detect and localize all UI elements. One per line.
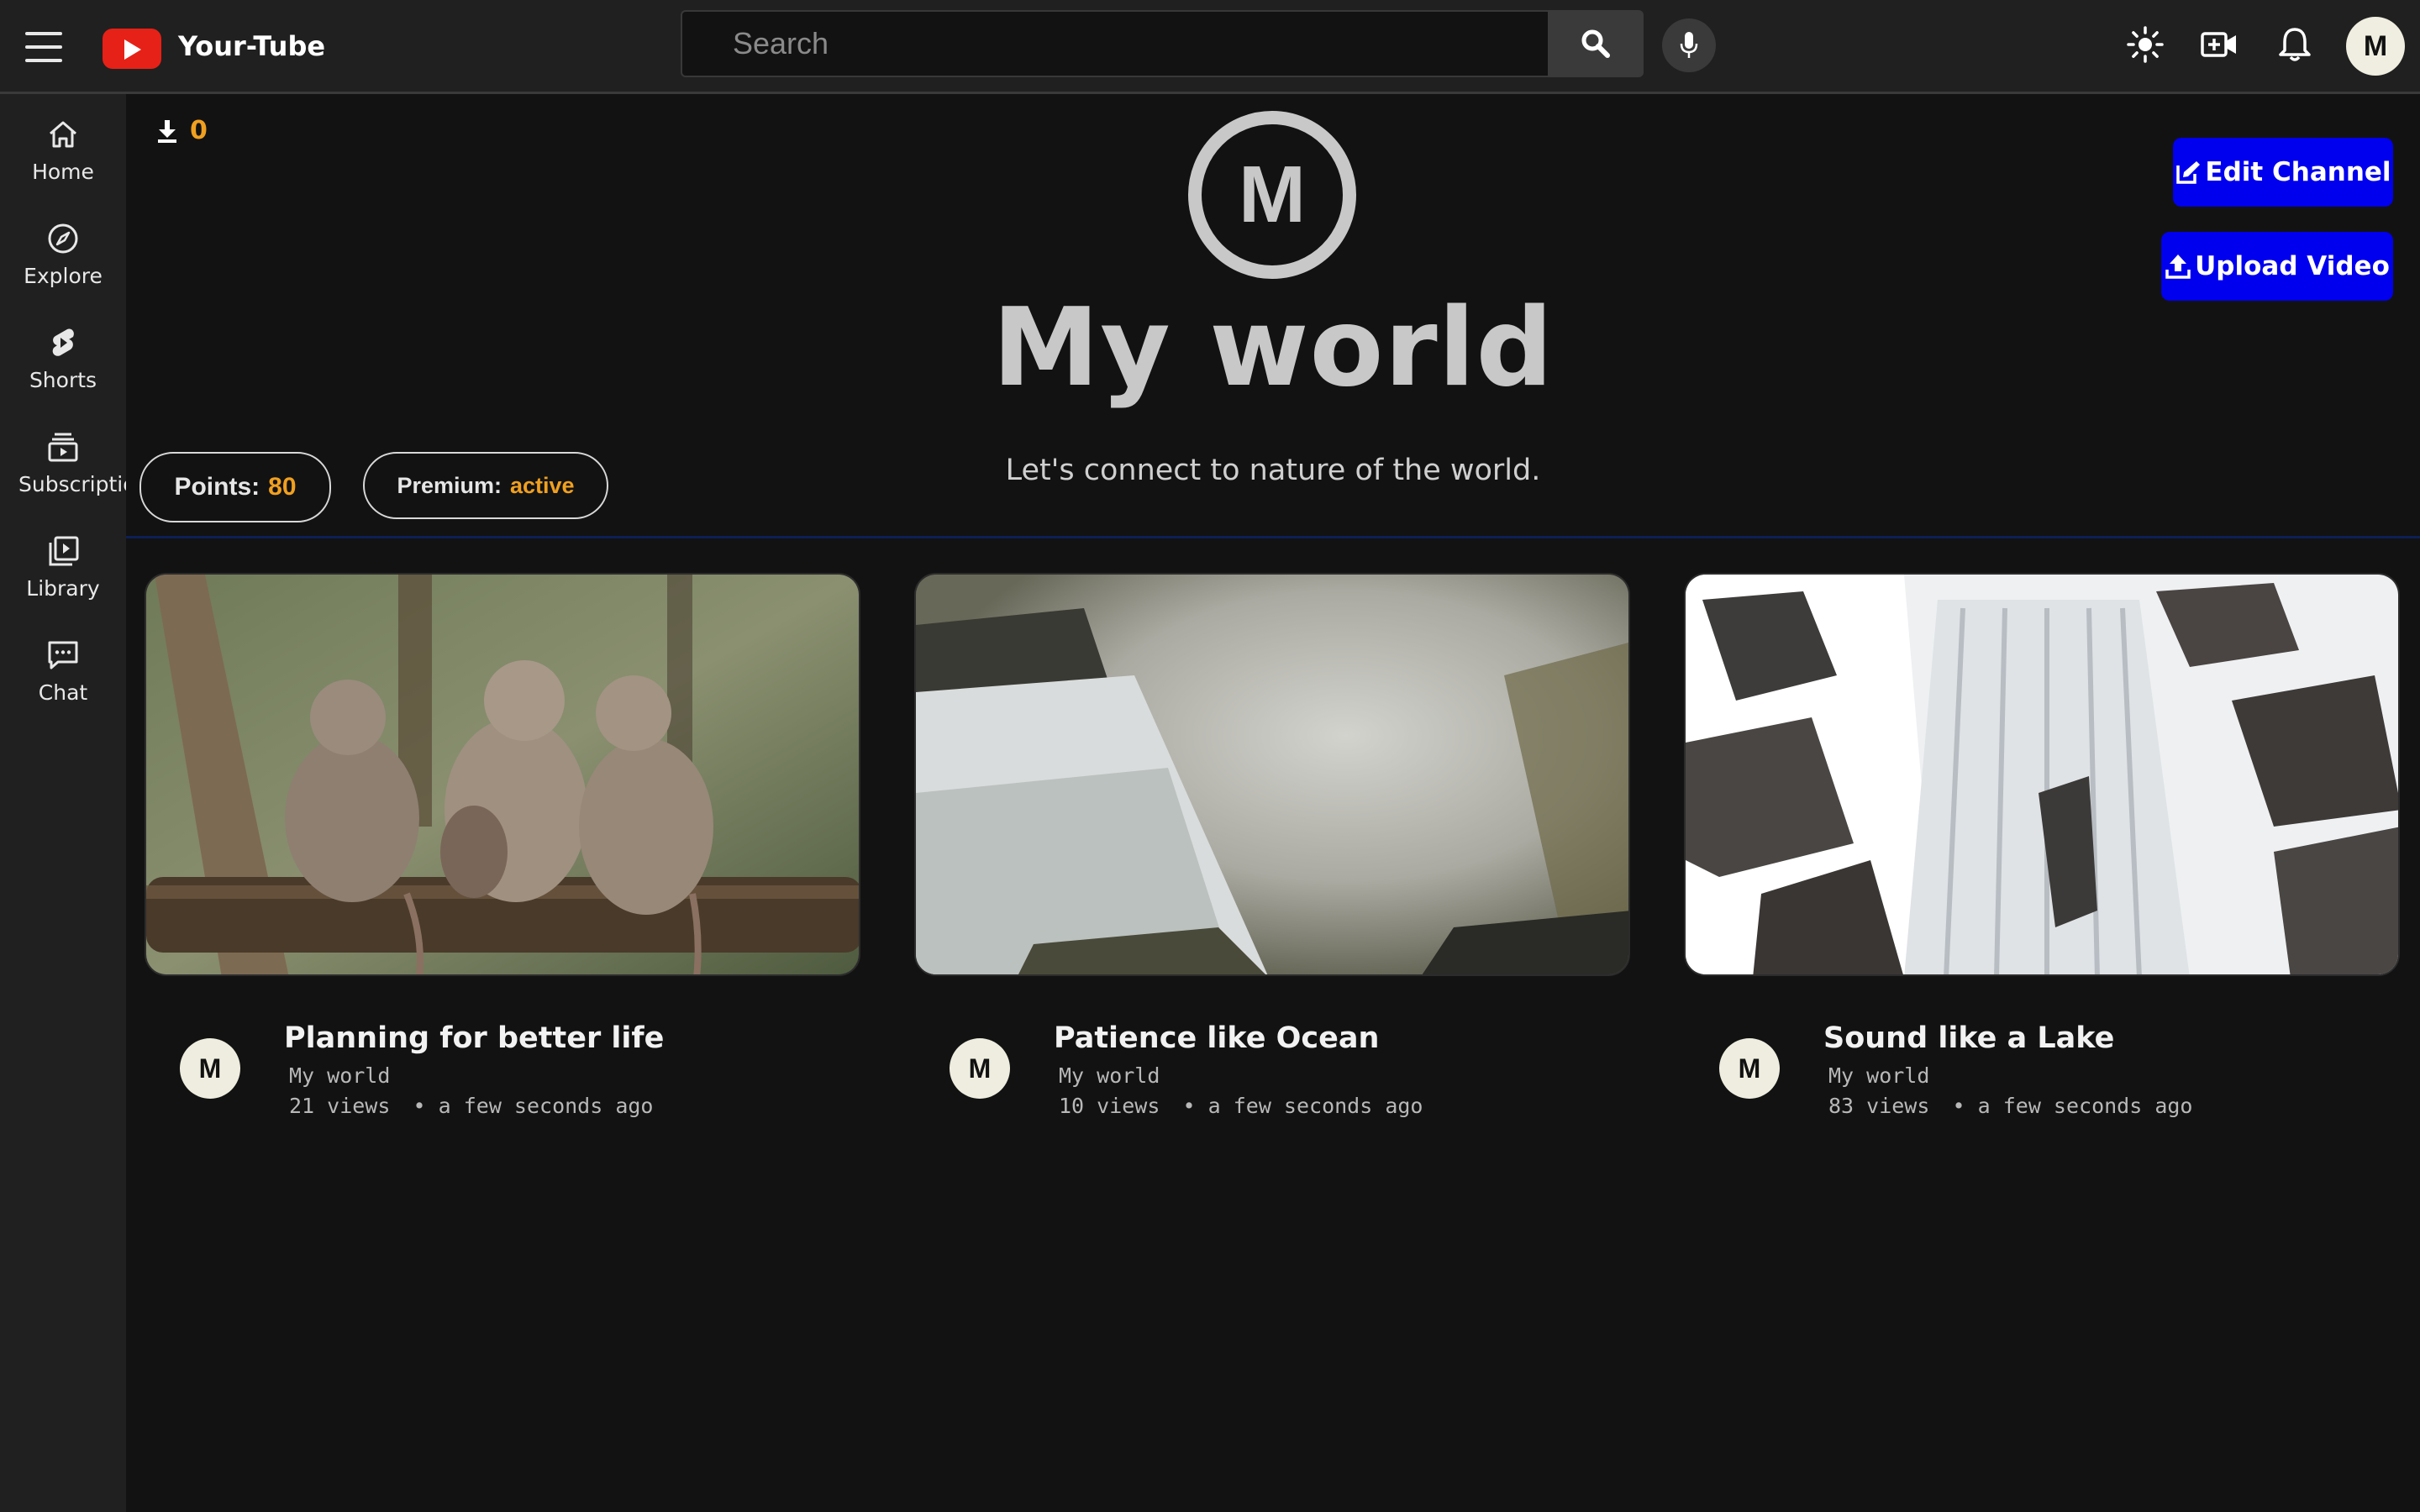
video-time: a few seconds ago [1977, 1094, 2193, 1118]
sidebar-item-subscriptions[interactable]: Subscriptions [0, 415, 126, 507]
sidebar-item-shorts[interactable]: Shorts [0, 311, 126, 403]
premium-label: Premium: [397, 472, 502, 498]
upload-video-button[interactable]: Upload Video [2161, 232, 2393, 301]
video-time: a few seconds ago [438, 1094, 654, 1118]
sidebar-item-explore[interactable]: Explore [0, 207, 126, 299]
channel-avatar-small[interactable]: M [1719, 1038, 1780, 1099]
downloads-counter[interactable]: 0 [156, 116, 208, 145]
menu-icon[interactable] [25, 32, 62, 62]
video-views: 21 views [289, 1094, 391, 1118]
sidebar-item-label: Subscriptions [18, 472, 126, 496]
edit-icon [2176, 161, 2201, 184]
channel-title: My world [992, 286, 1555, 411]
sidebar: Home Explore Shorts Subscriptions Librar… [0, 94, 126, 1512]
mic-icon [1680, 32, 1698, 58]
video-channel-name[interactable]: My world [289, 1063, 390, 1088]
sidebar-item-home[interactable]: Home [0, 102, 126, 195]
points-label: Points: [174, 473, 260, 501]
video-views: 83 views [1828, 1094, 1930, 1118]
points-badge: Points: 80 [139, 452, 331, 522]
compass-icon [48, 223, 78, 254]
theme-icon[interactable] [2126, 25, 2165, 64]
channel-avatar-small[interactable]: M [180, 1038, 240, 1099]
library-icon [49, 536, 79, 566]
premium-status: active [509, 472, 575, 498]
video-views: 10 views [1059, 1094, 1160, 1118]
search-button[interactable] [1548, 10, 1644, 77]
voice-search-button[interactable] [1662, 18, 1716, 72]
logo-icon[interactable] [103, 29, 161, 69]
channel-avatar-small[interactable]: M [950, 1038, 1010, 1099]
video-title[interactable]: Sound like a Lake [1823, 1021, 2114, 1055]
video-title[interactable]: Patience like Ocean [1054, 1021, 1379, 1055]
video-channel-name[interactable]: My world [1059, 1063, 1160, 1088]
chat-icon [48, 641, 78, 669]
video-thumbnail[interactable] [1684, 573, 2400, 976]
sidebar-item-label: Explore [24, 264, 103, 288]
video-stats: 83 views • a few seconds ago [1828, 1094, 2193, 1118]
points-value: 80 [268, 473, 297, 501]
video-card[interactable]: M Planning for better life My world 21 v… [145, 573, 860, 1118]
subscriptions-icon [48, 433, 78, 462]
sidebar-item-library[interactable]: Library [0, 519, 126, 612]
sidebar-item-chat[interactable]: Chat [0, 623, 126, 716]
bell-icon[interactable] [2275, 25, 2314, 64]
channel-description: Let's connect to nature of the world. [1005, 454, 1541, 487]
video-thumbnail[interactable] [914, 573, 1630, 976]
shorts-icon [52, 328, 74, 356]
edit-channel-label: Edit Channel [2205, 157, 2391, 187]
channel-avatar: M [1188, 111, 1356, 279]
video-stats: 21 views • a few seconds ago [289, 1094, 654, 1118]
account-avatar[interactable]: M [2346, 17, 2405, 76]
search-icon [1581, 29, 1610, 58]
upload-icon [2165, 255, 2191, 279]
search-input[interactable] [681, 10, 1548, 77]
video-time: a few seconds ago [1207, 1094, 1423, 1118]
video-card[interactable]: M Sound like a Lake My world 83 views • … [1684, 573, 2400, 1118]
sidebar-item-label: Chat [38, 680, 88, 705]
video-thumbnail[interactable] [145, 573, 860, 976]
sidebar-item-label: Library [26, 576, 100, 601]
header-divider [126, 536, 2420, 538]
create-video-icon[interactable] [2200, 25, 2238, 64]
sidebar-item-label: Shorts [29, 368, 97, 392]
sidebar-item-label: Home [32, 160, 94, 184]
brand-name[interactable]: Your-Tube [178, 30, 325, 62]
edit-channel-button[interactable]: Edit Channel [2173, 138, 2393, 207]
video-title[interactable]: Planning for better life [284, 1021, 664, 1055]
video-stats: 10 views • a few seconds ago [1059, 1094, 1423, 1118]
download-icon [158, 119, 176, 143]
upload-video-label: Upload Video [2195, 251, 2390, 281]
premium-badge: Premium: active [363, 452, 608, 519]
video-channel-name[interactable]: My world [1828, 1063, 1929, 1088]
video-card[interactable]: M Patience like Ocean My world 10 views … [914, 573, 1630, 1118]
home-icon [50, 121, 76, 148]
top-bar: Your-Tube M [0, 0, 2420, 94]
downloads-count: 0 [190, 116, 208, 145]
